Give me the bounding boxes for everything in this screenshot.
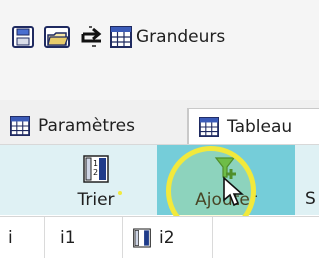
tab-parametres[interactable]: Paramètres [0, 108, 188, 144]
open-folder-icon [44, 26, 70, 48]
grandeurs-label: Grandeurs [136, 27, 226, 47]
svg-text:2: 2 [93, 168, 98, 177]
table-grid-icon [10, 116, 30, 136]
sort-icon: 1 2 [83, 155, 109, 183]
data-grid-header: i i1 i2 [0, 216, 319, 258]
svg-text:1: 1 [93, 159, 98, 168]
save-icon [12, 26, 34, 48]
column-header-label: i1 [60, 227, 76, 248]
main-toolbar: Grandeurs [0, 0, 319, 70]
tab-tableau-label: Tableau [227, 116, 293, 137]
trier-button[interactable]: 1 2 Trier [53, 145, 139, 215]
toolbar-spacer [0, 70, 319, 100]
grandeurs-button[interactable]: Grandeurs [110, 20, 231, 54]
trier-label: Trier [77, 190, 115, 210]
column-header-i2[interactable]: i2 [123, 217, 213, 258]
table-grid-icon [199, 116, 219, 137]
open-folder-button[interactable] [40, 20, 74, 54]
click-dot [118, 191, 122, 195]
table-grid-icon [110, 26, 132, 48]
tab-parametres-label: Paramètres [38, 116, 135, 136]
column-header-i1[interactable]: i1 [45, 217, 123, 258]
sort-icon [133, 227, 151, 248]
exchange-arrows-icon [81, 26, 102, 47]
tab-bar: Paramètres Tableau [0, 100, 319, 145]
tab-tableau[interactable]: Tableau [188, 108, 319, 144]
column-header-i[interactable]: i [0, 217, 45, 258]
column-header-label: i2 [159, 227, 175, 248]
ribbon-bar: 1 2 Trier Ajouter [0, 145, 319, 215]
save-button[interactable] [6, 20, 40, 54]
column-header-label: i [8, 227, 13, 248]
next-ribbon-label: S [305, 189, 316, 209]
exchange-button[interactable] [75, 20, 109, 54]
mouse-pointer-icon [223, 176, 244, 207]
